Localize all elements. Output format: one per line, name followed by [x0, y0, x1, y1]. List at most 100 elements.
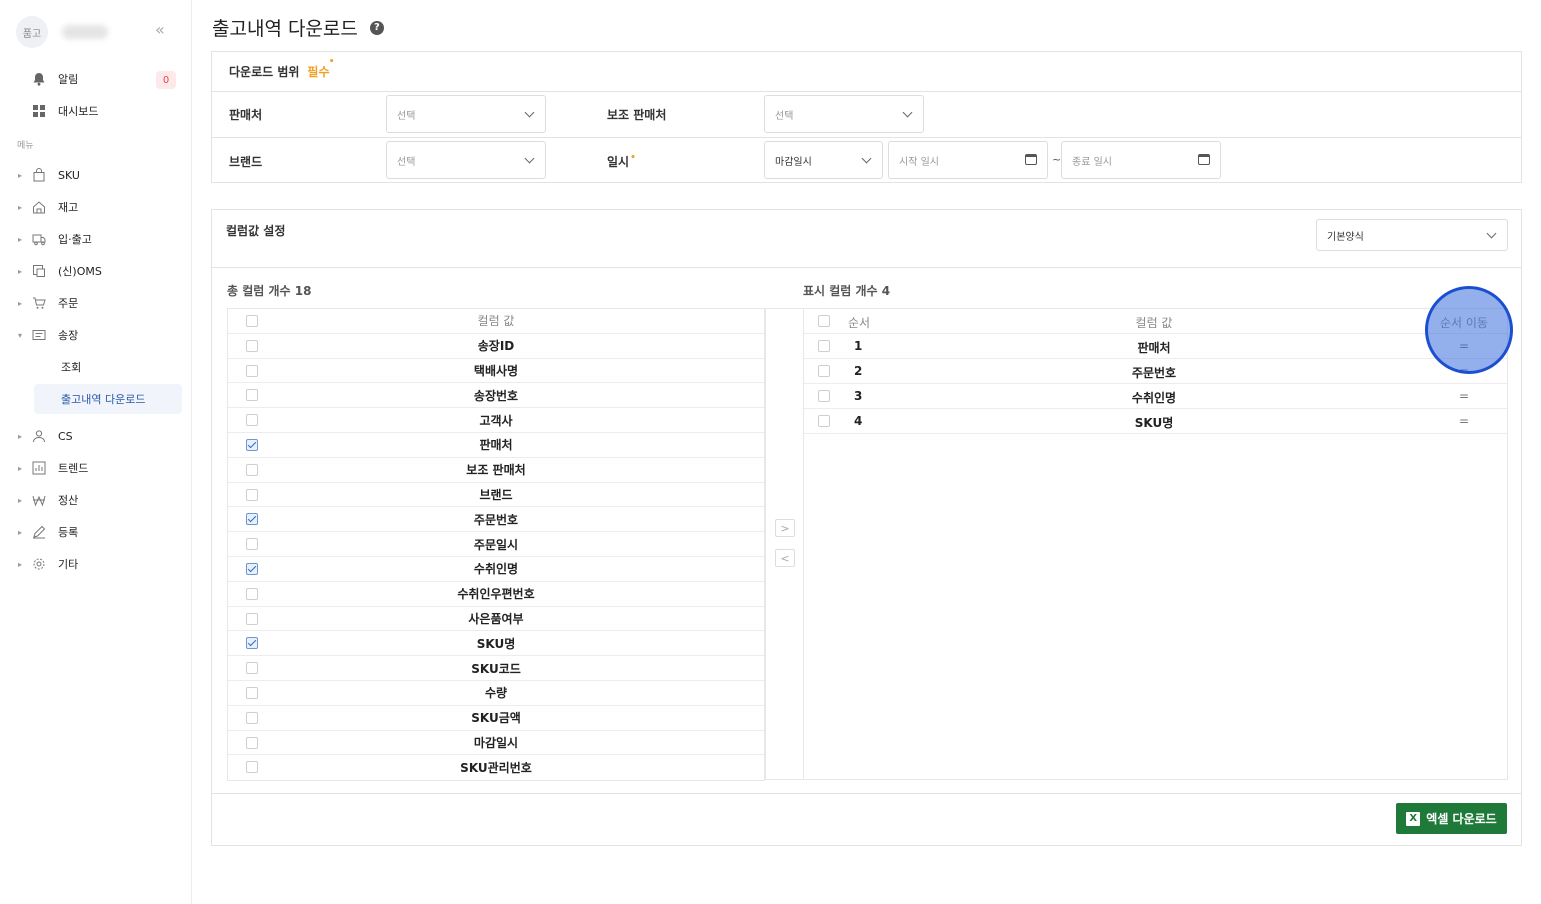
sidebar-item-new-oms[interactable]: ▸ (신)OMS	[18, 259, 178, 283]
calendar-icon[interactable]	[1198, 154, 1210, 165]
sidebar-item-label: 트렌드	[58, 462, 89, 475]
drag-handle-icon[interactable]: =	[1424, 364, 1504, 378]
sidebar-item-sku[interactable]: ▸ SKU	[18, 163, 178, 187]
column-name: 보조 판매처	[466, 463, 526, 478]
row-checkbox[interactable]	[246, 612, 258, 625]
table-row[interactable]: 마감일시	[228, 731, 764, 756]
table-row[interactable]: 4 SKU명 =	[804, 409, 1507, 434]
row-checkbox[interactable]	[246, 513, 258, 526]
table-row[interactable]: 판매처	[228, 433, 764, 458]
sidebar-item-invoice[interactable]: ▾ 송장	[18, 323, 178, 347]
row-checkbox[interactable]	[246, 686, 258, 699]
row-checkbox[interactable]	[246, 414, 258, 427]
table-row[interactable]: 주문번호	[228, 507, 764, 533]
table-row[interactable]: SKU금액	[228, 706, 764, 731]
sidebar-item-inout[interactable]: ▸ 입·출고	[18, 227, 178, 251]
sidebar-item-dashboard[interactable]: 대시보드	[18, 99, 178, 123]
table-row[interactable]: 2 주문번호 =	[804, 359, 1507, 384]
column-name: 고객사	[479, 413, 513, 428]
start-datetime-input[interactable]: 시작 일시	[888, 141, 1048, 179]
date-type-select[interactable]: 마감일시	[764, 141, 883, 179]
seller-select[interactable]: 선택	[386, 95, 546, 133]
sidebar-item-etc[interactable]: ▸ 기타	[18, 552, 178, 576]
select-all-checkbox[interactable]	[818, 315, 830, 327]
table-row[interactable]: 보조 판매처	[228, 458, 764, 483]
table-row[interactable]: 택배사명	[228, 359, 764, 384]
move-left-button[interactable]: <	[775, 549, 795, 567]
excel-download-button[interactable]: X 엑셀 다운로드	[1396, 803, 1507, 834]
required-label: 필수	[307, 57, 334, 80]
column-name: 사은품여부	[468, 611, 524, 626]
excel-download-label: 엑셀 다운로드	[1426, 812, 1497, 826]
sidebar-item-register[interactable]: ▸ 등록	[18, 520, 178, 544]
column-name: 택배사명	[473, 363, 519, 378]
table-row[interactable]: 사은품여부	[228, 607, 764, 632]
sidebar-subitem-lookup[interactable]: 조회	[34, 352, 182, 382]
row-checkbox[interactable]	[246, 463, 258, 476]
table-row[interactable]: SKU관리번호	[228, 755, 764, 780]
drag-handle-icon[interactable]: =	[1424, 389, 1504, 403]
table-row[interactable]: 3 수취인명 =	[804, 384, 1507, 409]
help-icon[interactable]: ?	[369, 20, 384, 35]
column-name: 주문번호	[1131, 366, 1177, 380]
caret-right-icon: ▸	[18, 234, 23, 244]
row-checkbox[interactable]	[246, 587, 258, 600]
sidebar-item-inventory[interactable]: ▸ 재고	[18, 195, 178, 219]
drag-handle-icon[interactable]: =	[1424, 414, 1504, 428]
row-checkbox[interactable]	[246, 711, 258, 724]
row-checkbox[interactable]	[246, 761, 258, 774]
sidebar-item-cs[interactable]: ▸ CS	[18, 424, 178, 448]
table-row[interactable]: 수취인명	[228, 557, 764, 582]
row-checkbox[interactable]	[246, 637, 258, 650]
table-row[interactable]: 송장번호	[228, 383, 764, 409]
sub-seller-select[interactable]: 선택	[764, 95, 924, 133]
row-checkbox[interactable]	[246, 339, 258, 352]
table-row[interactable]: 1 판매처 =	[804, 334, 1507, 359]
column-name: SKU관리번호	[460, 761, 532, 776]
move-right-button[interactable]: >	[775, 519, 795, 537]
all-columns-table: 컬럼 값 송장ID 택배사명 송장번호 고객사 판매처 보조 판매처 브랜드 주문번호 주문일시…	[227, 308, 765, 782]
row-checkbox[interactable]	[818, 415, 830, 427]
row-checkbox[interactable]	[818, 365, 830, 377]
column-name: 주문일시	[473, 537, 519, 552]
cart-icon	[28, 296, 50, 310]
row-checkbox[interactable]	[246, 662, 258, 675]
table-row[interactable]: 고객사	[228, 408, 764, 433]
sidebar-item-label: 등록	[58, 526, 79, 539]
page-title-row: 출고내역 다운로드 ?	[212, 14, 384, 41]
collapse-sidebar-icon[interactable]: «	[155, 22, 165, 38]
row-checkbox[interactable]	[246, 538, 258, 551]
table-row[interactable]: SKU코드	[228, 656, 764, 681]
table-row[interactable]: 수량	[228, 681, 764, 706]
sidebar-item-trend[interactable]: ▸ 트렌드	[18, 456, 178, 480]
row-checkbox[interactable]	[246, 562, 258, 575]
brand-select[interactable]: 선택	[386, 141, 546, 179]
sidebar-item-alert[interactable]: 알림	[18, 67, 178, 91]
row-checkbox[interactable]	[246, 488, 258, 501]
sidebar-subitem-shipment-download[interactable]: 출고내역 다운로드	[34, 384, 182, 414]
row-checkbox[interactable]	[246, 364, 258, 377]
brand: 품고	[16, 16, 108, 48]
format-select[interactable]: 기본양식	[1316, 219, 1508, 251]
sidebar-item-settlement[interactable]: ▸ 정산	[18, 488, 178, 512]
calendar-icon[interactable]	[1025, 154, 1037, 165]
column-settings-title: 컬럼값 설정	[226, 224, 286, 238]
table-row[interactable]: 주문일시	[228, 532, 764, 557]
end-datetime-input[interactable]: 종료 일시	[1061, 141, 1221, 179]
row-checkbox[interactable]	[818, 340, 830, 352]
caret-right-icon: ▸	[18, 202, 23, 212]
sidebar-item-order[interactable]: ▸ 주문	[18, 291, 178, 315]
select-all-checkbox[interactable]	[246, 315, 258, 327]
table-row[interactable]: 브랜드	[228, 483, 764, 508]
row-checkbox[interactable]	[246, 438, 258, 451]
avatar[interactable]: 품고	[16, 16, 48, 48]
table-row[interactable]: SKU명	[228, 631, 764, 657]
row-checkbox[interactable]	[246, 736, 258, 749]
table-row[interactable]: 송장ID	[228, 334, 764, 359]
column-name: 수취인명	[473, 562, 519, 577]
row-checkbox[interactable]	[818, 390, 830, 402]
drag-handle-icon[interactable]: =	[1424, 339, 1504, 353]
table-row[interactable]: 수취인우편번호	[228, 582, 764, 607]
caret-right-icon: ▸	[18, 495, 23, 505]
row-checkbox[interactable]	[246, 389, 258, 402]
